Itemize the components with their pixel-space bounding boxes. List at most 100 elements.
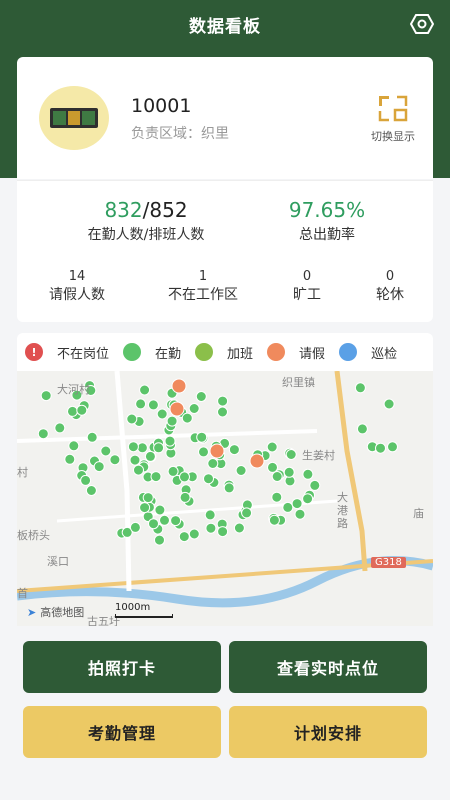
on-duty-marker bbox=[188, 528, 200, 540]
legend-leave[interactable]: 请假 bbox=[267, 343, 325, 362]
on-duty-marker bbox=[354, 382, 366, 394]
on-duty-marker bbox=[136, 442, 148, 454]
on-duty-marker bbox=[85, 485, 97, 496]
switch-display-icon bbox=[378, 95, 408, 122]
on-duty-marker bbox=[64, 453, 76, 465]
on-duty-marker bbox=[139, 384, 151, 396]
on-duty-marker bbox=[76, 404, 88, 416]
on-duty-marker bbox=[166, 415, 178, 427]
on-duty-marker bbox=[129, 454, 141, 466]
on-duty-marker bbox=[93, 461, 105, 473]
on-duty-marker bbox=[154, 534, 165, 546]
on-duty-marker bbox=[283, 466, 295, 478]
on-duty-marker bbox=[196, 431, 208, 443]
on-duty-marker bbox=[67, 405, 78, 417]
on-duty-marker bbox=[159, 514, 170, 526]
place-label: 大河村 bbox=[57, 383, 90, 396]
schedule-button[interactable]: 计划安排 bbox=[229, 706, 427, 758]
place-label: 首 bbox=[17, 587, 28, 600]
road-badge: G318 bbox=[371, 557, 406, 568]
scheduled-count: 852 bbox=[149, 198, 188, 222]
on-duty-marker bbox=[291, 498, 303, 510]
legend-off-post[interactable]: ! 不在岗位 bbox=[25, 343, 109, 362]
on-duty-marker bbox=[80, 474, 92, 486]
settings-hex-icon[interactable] bbox=[410, 12, 434, 36]
on-duty-count: 832 bbox=[104, 198, 143, 222]
map-canvas bbox=[17, 371, 433, 608]
user-id: 10001 bbox=[131, 95, 192, 117]
checkin-button[interactable]: 拍照打卡 bbox=[23, 641, 221, 693]
on-duty-marker bbox=[223, 482, 235, 494]
on-duty-marker bbox=[356, 423, 368, 435]
on-duty-marker bbox=[148, 518, 159, 530]
on-duty-marker bbox=[167, 465, 179, 477]
on-duty-marker bbox=[241, 507, 253, 519]
on-duty-marker bbox=[68, 440, 80, 452]
on-duty-marker bbox=[150, 471, 162, 483]
place-label: 织里镇 bbox=[282, 376, 315, 389]
place-label: 板桥头 bbox=[17, 529, 50, 542]
place-label: 庙 bbox=[413, 507, 424, 520]
on-duty-marker bbox=[204, 509, 216, 521]
on-duty-marker bbox=[268, 514, 280, 526]
on-duty-marker bbox=[203, 473, 214, 485]
stats-panel: 832/852 在勤人数/排班人数 97.65% 总出勤率 14 请假人数 1 不在… bbox=[17, 180, 433, 322]
on-duty-marker bbox=[387, 441, 398, 453]
absent-stat: 0 旷工 bbox=[293, 269, 321, 303]
legend-patrol[interactable]: 巡检 bbox=[339, 343, 397, 362]
on-duty-marker bbox=[294, 508, 306, 520]
on-duty-marker bbox=[217, 406, 228, 418]
leave-marker bbox=[169, 401, 185, 417]
on-duty-marker bbox=[100, 445, 112, 457]
on-duty-marker bbox=[86, 431, 98, 443]
legend-overtime[interactable]: 加班 bbox=[195, 343, 253, 362]
map-view[interactable]: 大河村 织里镇 生姜村 村 板桥头 溪口 首 古五圩 庙 大港路 G318 ➤ 高… bbox=[17, 371, 433, 626]
on-duty-marker bbox=[217, 395, 229, 407]
scale-bar: 1000m bbox=[115, 602, 173, 618]
avatar-badge-icon bbox=[39, 86, 109, 150]
on-duty-marker bbox=[179, 471, 190, 483]
page-title: 数据看板 bbox=[189, 17, 261, 37]
on-duty-marker bbox=[217, 526, 229, 538]
on-duty-marker bbox=[37, 428, 49, 440]
place-label: 生姜村 bbox=[302, 449, 335, 462]
swirl-icon bbox=[195, 343, 214, 361]
on-duty-marker bbox=[133, 464, 144, 476]
on-duty-marker bbox=[139, 502, 151, 514]
on-duty-marker bbox=[40, 390, 52, 402]
on-duty-marker bbox=[164, 435, 176, 447]
on-duty-marker bbox=[181, 412, 193, 424]
on-duty-marker bbox=[144, 450, 156, 462]
on-duty-marker bbox=[228, 444, 240, 456]
switch-display-label: 切换显示 bbox=[371, 130, 415, 143]
on-duty-marker bbox=[271, 471, 283, 482]
on-duty-stat: 832/852 在勤人数/排班人数 bbox=[87, 198, 205, 243]
on-duty-marker bbox=[302, 468, 314, 480]
attendance-management-button[interactable]: 考勤管理 bbox=[23, 706, 221, 758]
patrol-icon bbox=[339, 343, 358, 361]
on-duty-marker bbox=[383, 398, 395, 410]
on-duty-marker bbox=[135, 398, 147, 410]
realtime-location-button[interactable]: 查看实时点位 bbox=[229, 641, 427, 693]
on-duty-marker bbox=[266, 441, 278, 453]
on-duty-marker bbox=[178, 531, 190, 543]
on-duty-marker bbox=[127, 441, 139, 453]
area-text: 负责区域：织里 bbox=[131, 126, 229, 142]
place-label: 村 bbox=[17, 466, 28, 479]
leaf-icon bbox=[123, 343, 142, 361]
on-duty-marker bbox=[205, 522, 217, 534]
switch-display-button[interactable]: 切换显示 bbox=[365, 94, 421, 144]
on-duty-marker bbox=[170, 515, 182, 527]
on-duty-marker bbox=[179, 491, 191, 503]
on-duty-marker bbox=[188, 403, 200, 414]
on-duty-marker bbox=[302, 493, 314, 505]
attendance-rate-stat: 97.65% 总出勤率 bbox=[288, 198, 366, 243]
on-duty-marker bbox=[147, 399, 159, 411]
leave-icon bbox=[267, 343, 286, 361]
on-duty-marker bbox=[126, 413, 138, 425]
on-duty-marker bbox=[309, 479, 321, 491]
legend-on-duty[interactable]: 在勤 bbox=[123, 343, 181, 362]
on-duty-marker bbox=[154, 504, 166, 516]
place-label: 溪口 bbox=[47, 555, 69, 568]
alert-icon: ! bbox=[25, 343, 43, 361]
